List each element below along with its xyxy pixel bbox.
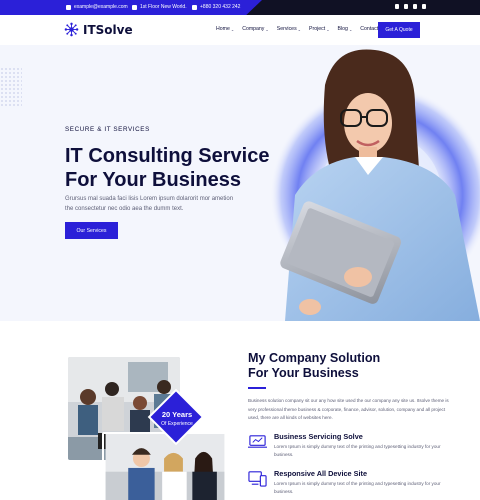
chevron-down-icon: ⌄: [265, 26, 269, 32]
email-text: example@example.com: [74, 4, 128, 10]
hero-title-line1: IT Consulting Service: [65, 145, 270, 167]
social-links: [395, 4, 426, 9]
main-nav: Home ⌄ Company ⌄ Services ⌄ Project ⌄ Blog ⌄ …: [216, 26, 378, 32]
feature-title: Business Servicing Solve: [274, 432, 363, 441]
badge-label: Of Experience: [161, 421, 193, 427]
nav-project[interactable]: Project ⌄: [309, 26, 330, 32]
dot-pattern: [0, 67, 22, 107]
nav-home-label: Home: [216, 26, 230, 32]
logo-text: ITSolve: [83, 22, 133, 37]
top-bar: example@example.com 1st Floor New World.…: [0, 0, 480, 15]
phone-contact[interactable]: +880 320 432 242: [192, 4, 240, 10]
nav-blog[interactable]: Blog ⌄: [338, 26, 353, 32]
devices-icon: [248, 471, 267, 487]
experience-badge: 20 Years Of Experience: [146, 410, 208, 427]
feature-title: Responsive All Device Site: [274, 469, 368, 478]
nav-blog-label: Blog: [337, 26, 348, 32]
logo[interactable]: ITSolve: [64, 22, 133, 37]
twitter-icon[interactable]: [404, 4, 408, 9]
nav-project-label: Project: [309, 26, 326, 32]
nav-home[interactable]: Home ⌄: [216, 26, 234, 32]
hero-woman-with-tablet-image: [270, 49, 480, 321]
nav-contact[interactable]: Contact: [360, 26, 378, 32]
hero-eyebrow: SECURE & IT SERVICES: [65, 126, 150, 133]
hero-title-line2: For Your Business: [65, 169, 241, 191]
our-services-button[interactable]: Our Services: [65, 222, 118, 239]
feature-description: Lorem Ipsum is simply dummy text of the …: [274, 444, 441, 457]
solution-title-line1: My Company Solution: [248, 351, 381, 365]
address-contact: 1st Floor New World.: [132, 4, 187, 10]
site-header: ITSolve Home ⌄ Company ⌄ Services ⌄ Project…: [0, 15, 480, 45]
nav-services[interactable]: Services ⌄: [277, 26, 301, 32]
nav-company-label: Company: [242, 26, 265, 32]
laptop-chart-icon: [248, 435, 267, 448]
feature-description: Lorem Ipsum is simply dummy text of the …: [274, 481, 441, 494]
chevron-down-icon: ⌄: [326, 26, 330, 32]
location-icon: [132, 4, 137, 10]
solution-title-line2: For Your Business: [248, 366, 359, 380]
title-underline: [248, 387, 266, 389]
hero-title: IT Consulting Service For Your Business: [65, 144, 285, 192]
hero-description: Grursus mal suada faci lisis Lorem ipsum…: [65, 196, 234, 212]
chevron-down-icon: ⌄: [297, 26, 302, 32]
chevron-down-icon: ⌄: [230, 26, 235, 32]
email-contact[interactable]: example@example.com: [66, 4, 128, 10]
instagram-icon[interactable]: [413, 4, 417, 9]
phone-text: +880 320 432 242: [200, 4, 241, 10]
solution-description: Business solution company sit our any ho…: [248, 398, 449, 420]
chevron-down-icon: ⌄: [348, 26, 353, 32]
logo-network-icon: [64, 22, 79, 37]
hero-section: SECURE & IT SERVICES IT Consulting Servi…: [0, 45, 480, 321]
solution-title: My Company Solution For Your Business: [248, 351, 438, 381]
badge-years: 20 Years: [161, 410, 193, 419]
nav-company[interactable]: Company ⌄: [242, 26, 269, 32]
page: example@example.com 1st Floor New World.…: [0, 0, 480, 500]
nav-contact-label: Contact: [360, 26, 379, 32]
envelope-icon: [66, 4, 71, 10]
address-text: 1st Floor New World.: [140, 4, 187, 10]
facebook-icon[interactable]: [395, 4, 399, 9]
nav-services-label: Services: [276, 26, 297, 32]
phone-icon: [192, 4, 197, 10]
pinterest-icon[interactable]: [422, 4, 426, 9]
get-a-quote-button[interactable]: Get A Quote: [378, 22, 420, 38]
